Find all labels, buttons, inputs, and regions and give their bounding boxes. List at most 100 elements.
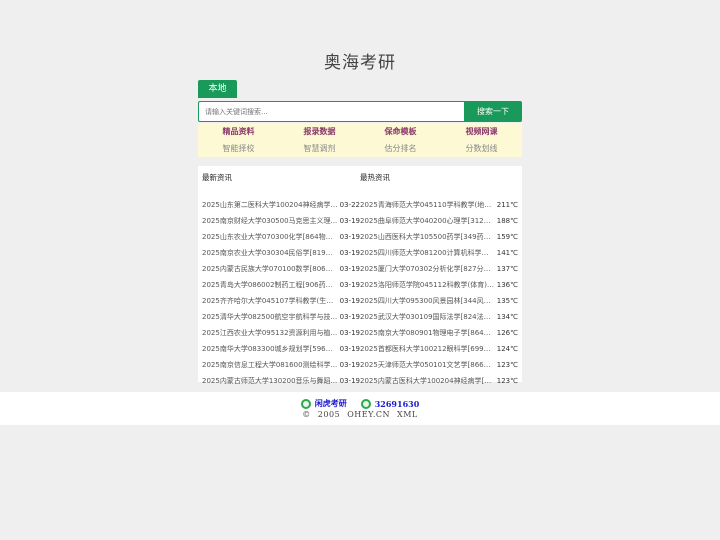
news-date: 03-19 <box>339 281 360 289</box>
news-date: 03-19 <box>339 249 360 257</box>
link-smart-school-choice[interactable]: 智能择校 <box>198 143 279 154</box>
news-title[interactable]: 2025内蒙古师范大学130200音乐与舞蹈... <box>202 373 338 389</box>
latest-news-list: 2025山东第二医科大学100204神经病学[6... 03-22 2025南京财… <box>202 197 360 389</box>
list-item[interactable]: 2025洛阳师范学院045112科教学(体育)[8... 136℃ <box>360 277 518 293</box>
link-video-courses[interactable]: 视频网课 <box>441 126 522 137</box>
news-title[interactable]: 2025首都医科大学100212眼科学[699联... <box>360 341 494 357</box>
news-heat: 124℃ <box>496 345 518 353</box>
news-title[interactable]: 2025南京大学080901物理电子学[864大... <box>360 325 494 341</box>
news-heat: 159℃ <box>496 233 518 241</box>
list-item[interactable]: 2025青岛大学086002制药工程[906药学... 03-19 <box>202 277 360 293</box>
qq-icon <box>360 398 371 409</box>
list-item[interactable]: 2025南华大学083300城乡规划学[596快... 03-19 <box>202 341 360 357</box>
list-item[interactable]: 2025山西医科大学105500药学[349药学... 159℃ <box>360 229 518 245</box>
list-item[interactable]: 2025武汉大学030109国际法学[824法学... 134℃ <box>360 309 518 325</box>
footer-copyright: © 2005 OHEY.CN XML <box>0 410 720 419</box>
footer: 闲虎考研 32691630 © 2005 OHEY.CN XML <box>0 392 720 425</box>
news-date: 03-19 <box>339 313 360 321</box>
news-date: 03-19 <box>339 265 360 273</box>
news-date: 03-19 <box>339 329 360 337</box>
footer-xml-link[interactable]: XML <box>397 410 418 419</box>
copyright-year: 2005 <box>317 410 341 419</box>
news-title[interactable]: 2025洛阳师范学院045112科教学(体育)[8... <box>360 277 494 293</box>
footer-contact: 闲虎考研 32691630 <box>0 398 720 409</box>
copyright-symbol: © <box>302 410 311 419</box>
news-title[interactable]: 2025山东农业大学070300化学[864物理... <box>202 229 338 245</box>
list-item[interactable]: 2025内蒙古师范大学130200音乐与舞蹈... 03-19 <box>202 373 360 389</box>
hot-news-heading: 最热资讯 <box>360 173 390 182</box>
news-title[interactable]: 2025天津师范大学050101文艺学[866语... <box>360 357 494 373</box>
list-item[interactable]: 2025青海师范大学045110学科教学(地理)[... 211℃ <box>360 197 518 213</box>
news-heat: 136℃ <box>496 281 518 289</box>
list-item[interactable]: 2025南京信息工程大学081600测绘科学... 03-19 <box>202 357 360 373</box>
news-title[interactable]: 2025南京农业大学030304民俗学[819社... <box>202 245 338 261</box>
list-item[interactable]: 2025齐齐哈尔大学045107学科教学(生物)... 03-19 <box>202 293 360 309</box>
news-heat: 123℃ <box>496 377 518 385</box>
news-title[interactable]: 2025曲阜师范大学040200心理学[312心... <box>360 213 494 229</box>
latest-news-heading: 最新资讯 <box>202 173 232 182</box>
list-item[interactable]: 2025山东第二医科大学100204神经病学[6... 03-22 <box>202 197 360 213</box>
list-item[interactable]: 2025天津师范大学050101文艺学[866语... 123℃ <box>360 357 518 373</box>
news-heat: 141℃ <box>496 249 518 257</box>
news-title[interactable]: 2025南京财经大学030500马克思主义理... <box>202 213 338 229</box>
footer-qq-link[interactable]: 32691630 <box>375 399 420 409</box>
news-date: 03-19 <box>339 217 360 225</box>
list-item[interactable]: 2025首都医科大学100212眼科学[699联... 124℃ <box>360 341 518 357</box>
news-heat: 123℃ <box>496 361 518 369</box>
news-date: 03-19 <box>339 233 360 241</box>
footer-brand-link[interactable]: 闲虎考研 <box>315 398 347 409</box>
news-heat: 126℃ <box>496 329 518 337</box>
news-title[interactable]: 2025青海师范大学045110学科教学(地理)[... <box>360 197 494 213</box>
link-premium-materials[interactable]: 精品资料 <box>198 126 279 137</box>
list-item[interactable]: 2025厦门大学070302分析化学[827分析... 137℃ <box>360 261 518 277</box>
news-date: 03-19 <box>339 377 360 385</box>
list-item[interactable]: 2025清华大学082500航空宇航科学与技... 03-19 <box>202 309 360 325</box>
link-score-lines[interactable]: 分数划线 <box>441 143 522 154</box>
news-title[interactable]: 2025南京信息工程大学081600测绘科学... <box>202 357 338 373</box>
list-item[interactable]: 2025内蒙古民族大学070100数学[806高... 03-19 <box>202 261 360 277</box>
news-title[interactable]: 2025四川师范大学081200计算机科学与... <box>360 245 494 261</box>
list-item[interactable]: 2025南京财经大学030500马克思主义理... 03-19 <box>202 213 360 229</box>
search-bar: 搜索一下 <box>198 101 522 122</box>
news-title[interactable]: 2025清华大学082500航空宇航科学与技... <box>202 309 338 325</box>
news-heat: 135℃ <box>496 297 518 305</box>
link-templates[interactable]: 保命模板 <box>360 126 441 137</box>
list-item[interactable]: 2025南京大学080901物理电子学[864大... 126℃ <box>360 325 518 341</box>
news-title[interactable]: 2025内蒙古民族大学070100数学[806高... <box>202 261 338 277</box>
news-title[interactable]: 2025武汉大学030109国际法学[824法学... <box>360 309 494 325</box>
list-item[interactable]: 2025江西农业大学095132资源利用与植... 03-19 <box>202 325 360 341</box>
news-heat: 188℃ <box>496 217 518 225</box>
link-score-ranking[interactable]: 估分排名 <box>360 143 441 154</box>
link-smart-adjustment[interactable]: 智慧调剂 <box>279 143 360 154</box>
news-title[interactable]: 2025齐齐哈尔大学045107学科教学(生物)... <box>202 293 338 309</box>
hot-news-column: 最热资讯 2025青海师范大学045110学科教学(地理)[... 211℃ 20… <box>360 166 518 389</box>
news-heat: 134℃ <box>496 313 518 321</box>
news-date: 03-22 <box>339 201 360 209</box>
news-title[interactable]: 2025南华大学083300城乡规划学[596快... <box>202 341 338 357</box>
list-item[interactable]: 2025曲阜师范大学040200心理学[312心... 188℃ <box>360 213 518 229</box>
list-item[interactable]: 2025四川师范大学081200计算机科学与... 141℃ <box>360 245 518 261</box>
list-item[interactable]: 2025内蒙古医科大学100204神经病学[70... 123℃ <box>360 373 518 389</box>
list-item[interactable]: 2025山东农业大学070300化学[864物理... 03-19 <box>202 229 360 245</box>
news-title[interactable]: 2025青岛大学086002制药工程[906药学... <box>202 277 338 293</box>
news-title[interactable]: 2025山东第二医科大学100204神经病学[6... <box>202 197 338 213</box>
news-date: 03-19 <box>339 361 360 369</box>
news-title[interactable]: 2025四川大学095300风景园林[344风景... <box>360 293 494 309</box>
footer-domain-link[interactable]: OHEY.CN <box>347 410 390 419</box>
quick-links: 精品资料 报录数据 保命模板 视频网课 智能择校 智慧调剂 估分排名 分数划线 <box>198 123 522 157</box>
news-title[interactable]: 2025山西医科大学105500药学[349药学... <box>360 229 494 245</box>
link-admission-data[interactable]: 报录数据 <box>279 126 360 137</box>
news-title[interactable]: 2025内蒙古医科大学100204神经病学[70... <box>360 373 494 389</box>
news-panel: 最新资讯 2025山东第二医科大学100204神经病学[6... 03-22 20… <box>198 166 522 385</box>
news-title[interactable]: 2025厦门大学070302分析化学[827分析... <box>360 261 494 277</box>
list-item[interactable]: 2025南京农业大学030304民俗学[819社... 03-19 <box>202 245 360 261</box>
search-button[interactable]: 搜索一下 <box>464 101 522 122</box>
news-title[interactable]: 2025江西农业大学095132资源利用与植... <box>202 325 338 341</box>
recycle-icon <box>300 398 311 409</box>
tab-local[interactable]: 本地 <box>198 80 237 98</box>
latest-news-column: 最新资讯 2025山东第二医科大学100204神经病学[6... 03-22 20… <box>202 166 360 389</box>
search-input[interactable] <box>198 101 464 122</box>
list-item[interactable]: 2025四川大学095300风景园林[344风景... 135℃ <box>360 293 518 309</box>
hot-news-list: 2025青海师范大学045110学科教学(地理)[... 211℃ 2025曲阜师… <box>360 197 518 389</box>
news-date: 03-19 <box>339 297 360 305</box>
